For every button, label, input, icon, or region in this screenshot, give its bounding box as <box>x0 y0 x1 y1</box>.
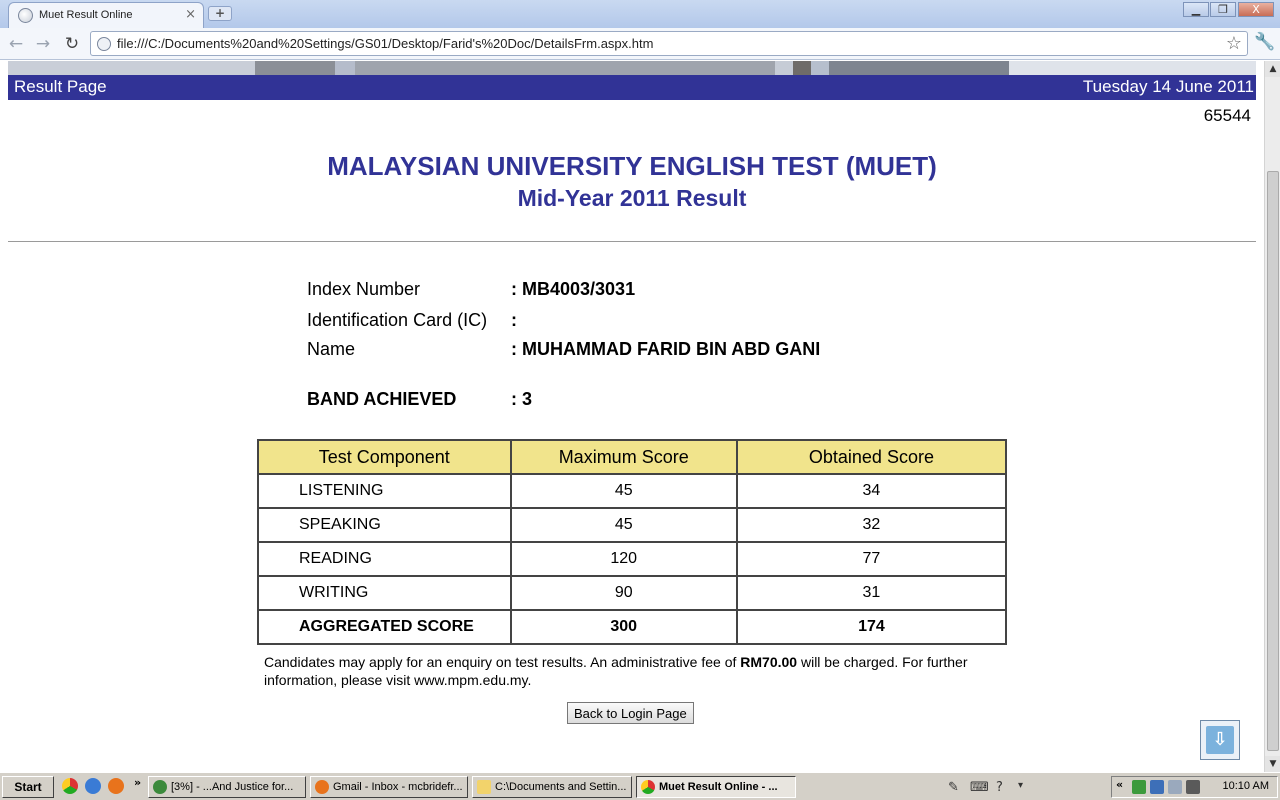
component-cell: WRITING <box>257 575 512 611</box>
network-icon[interactable] <box>1150 780 1164 794</box>
back-to-login-button[interactable]: Back to Login Page <box>567 702 694 724</box>
enquiry-notice: Candidates may apply for an enquiry on t… <box>264 653 1008 689</box>
bookmark-star-icon[interactable]: ☆ <box>1226 33 1242 54</box>
taskbar-item-explorer[interactable]: C:\Documents and Settin... <box>472 776 632 798</box>
table-row: READING 120 77 <box>257 541 1008 577</box>
restore-button[interactable]: ❐ <box>1210 2 1236 17</box>
wrench-menu-icon[interactable]: 🔧 <box>1254 32 1275 52</box>
address-bar[interactable]: file:///C:/Documents%20and%20Settings/GS… <box>90 31 1248 56</box>
obtained-score-cell: 34 <box>735 473 1008 509</box>
windows-taskbar: Start » [3%] - ...And Justice for... Gma… <box>0 772 1280 800</box>
component-cell: SPEAKING <box>257 507 512 543</box>
tab-close-icon[interactable]: × <box>185 7 196 22</box>
globe-icon <box>18 8 33 23</box>
page-header-title: Result Page <box>14 77 107 96</box>
keyboard-icon[interactable]: ⌨ <box>970 780 989 795</box>
tab-title: Muet Result Online <box>39 9 133 21</box>
index-number-value: : MB4003/3031 <box>511 279 636 299</box>
taskbar-item-download[interactable]: [3%] - ...And Justice for... <box>148 776 306 798</box>
chrome-icon[interactable] <box>62 778 78 794</box>
band-label: BAND ACHIEVED <box>307 389 457 409</box>
browser-toolbar: ← → ↻ file:///C:/Documents%20and%20Setti… <box>0 28 1280 60</box>
taskbar-item-gmail[interactable]: Gmail - Inbox - mcbridefr... <box>310 776 468 798</box>
name-value: : MUHAMMAD FARID BIN ABD GANI <box>511 339 821 359</box>
header-obtained-score: Obtained Score <box>735 439 1008 475</box>
score-table-header: Test Component Maximum Score Obtained Sc… <box>257 439 1008 475</box>
download-client-icon <box>153 780 167 794</box>
visitor-counter: 65544 <box>1203 106 1251 125</box>
scroll-down-arrow-icon[interactable]: ▼ <box>1265 756 1280 772</box>
table-row: SPEAKING 45 32 <box>257 507 1008 543</box>
chrome-icon <box>641 780 655 794</box>
component-cell: READING <box>257 541 512 577</box>
firefox-icon <box>315 780 329 794</box>
aggregated-max-cell: 300 <box>509 609 738 645</box>
name-label: Name <box>307 339 356 359</box>
tray-app-icon[interactable] <box>1132 780 1146 794</box>
page-viewport: Result Page Tuesday 14 June 2011 65544 M… <box>0 61 1264 772</box>
header-maximum-score: Maximum Score <box>509 439 738 475</box>
max-score-cell: 45 <box>509 507 738 543</box>
tray-expand-icon[interactable]: « <box>1116 778 1123 791</box>
scroll-thumb[interactable] <box>1267 171 1279 751</box>
component-cell: LISTENING <box>257 473 512 509</box>
down-arrow-icon: ⇩ <box>1206 726 1234 754</box>
ic-label: Identification Card (IC) <box>307 310 488 330</box>
start-button[interactable]: Start <box>2 776 54 798</box>
folder-icon <box>477 780 491 794</box>
table-row: WRITING 90 31 <box>257 575 1008 611</box>
horizontal-divider <box>8 241 1256 242</box>
browser-titlebar: Muet Result Online × + ▁ ❐ X <box>0 0 1280 28</box>
max-score-cell: 120 <box>509 541 738 577</box>
scroll-up-arrow-icon[interactable]: ▲ <box>1265 61 1280 77</box>
forward-arrow-icon[interactable]: → <box>32 33 54 55</box>
tray-app-icon[interactable] <box>1168 780 1182 794</box>
taskbar-item-label: [3%] - ...And Justice for... <box>171 781 294 793</box>
close-window-button[interactable]: X <box>1238 2 1274 17</box>
internet-explorer-icon[interactable] <box>85 778 101 794</box>
aggregated-score-row: AGGREGATED SCORE 300 174 <box>257 609 1008 645</box>
exam-subtitle: Mid-Year 2011 Result <box>517 185 747 211</box>
firefox-icon[interactable] <box>108 778 124 794</box>
max-score-cell: 45 <box>509 473 738 509</box>
download-icon[interactable]: ⇩ <box>1200 720 1240 760</box>
score-table: Test Component Maximum Score Obtained Sc… <box>257 439 1008 645</box>
banner-image <box>8 61 1256 75</box>
index-number-label: Index Number <box>307 279 421 299</box>
volume-icon[interactable] <box>1186 780 1200 794</box>
header-test-component: Test Component <box>257 439 512 475</box>
clock: 10:10 AM <box>1222 780 1269 792</box>
language-bar-arrow-icon[interactable]: ▾ <box>1018 780 1023 791</box>
help-icon[interactable]: ? <box>996 780 1003 795</box>
obtained-score-cell: 32 <box>735 507 1008 543</box>
taskbar-item-muet[interactable]: Muet Result Online - ... <box>636 776 796 798</box>
quicklaunch-more-icon[interactable]: » <box>134 776 141 789</box>
table-row: LISTENING 45 34 <box>257 473 1008 509</box>
obtained-score-cell: 31 <box>735 575 1008 611</box>
page-icon <box>97 37 111 51</box>
reload-icon[interactable]: ↻ <box>61 33 83 55</box>
max-score-cell: 90 <box>509 575 738 611</box>
back-arrow-icon[interactable]: ← <box>5 33 27 55</box>
pen-icon[interactable]: ✎ <box>948 780 959 795</box>
ic-value: : <box>511 310 517 330</box>
browser-tab[interactable]: Muet Result Online × <box>8 2 204 28</box>
taskbar-item-label: Gmail - Inbox - mcbridefr... <box>333 781 463 793</box>
exam-title: MALAYSIAN UNIVERSITY ENGLISH TEST (MUET) <box>327 151 937 181</box>
obtained-score-cell: 77 <box>735 541 1008 577</box>
taskbar-item-label: Muet Result Online - ... <box>659 781 778 793</box>
vertical-scrollbar[interactable]: ▲ ▼ <box>1264 61 1280 772</box>
aggregated-label-cell: AGGREGATED SCORE <box>257 609 512 645</box>
aggregated-obtained-cell: 174 <box>735 609 1008 645</box>
new-tab-button[interactable]: + <box>208 6 232 21</box>
page-header-bar: Result Page Tuesday 14 June 2011 <box>8 75 1256 100</box>
minimize-button[interactable]: ▁ <box>1183 2 1209 17</box>
url-text: file:///C:/Documents%20and%20Settings/GS… <box>117 36 654 51</box>
notice-fee: RM70.00 <box>740 654 798 670</box>
notice-text-part1: Candidates may apply for an enquiry on t… <box>264 654 741 670</box>
taskbar-item-label: C:\Documents and Settin... <box>495 781 627 793</box>
band-value: : 3 <box>511 389 533 409</box>
page-header-date: Tuesday 14 June 2011 <box>1082 77 1254 96</box>
system-tray: « 10:10 AM <box>1111 776 1278 798</box>
